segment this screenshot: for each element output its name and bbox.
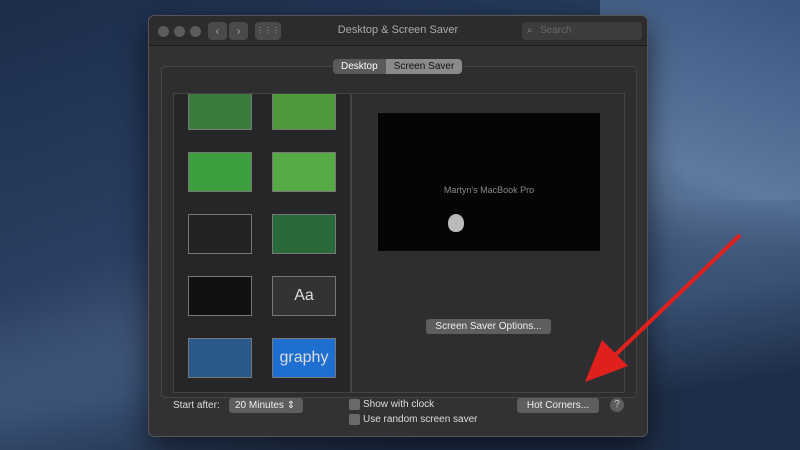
help-button[interactable]: ? — [610, 398, 624, 412]
start-after-value: 20 Minutes — [235, 400, 284, 411]
start-after-label: Start after: — [173, 400, 220, 411]
search-placeholder: Search — [540, 25, 572, 36]
thumbnail — [188, 276, 252, 316]
thumbnail — [272, 94, 336, 130]
show-with-clock-checkbox[interactable]: Show with clock — [349, 399, 434, 410]
thumbnail — [188, 94, 252, 130]
arrow-shaft — [608, 233, 742, 362]
random-saver-label: Use random screen saver — [363, 414, 478, 426]
tab-bar: Desktop Screen Saver — [333, 59, 463, 74]
annotation-arrow-icon — [585, 233, 742, 382]
chevron-updown-icon: ⇕ — [286, 400, 296, 411]
thumbnail — [188, 214, 252, 254]
checkbox[interactable] — [349, 399, 360, 410]
checkbox[interactable] — [349, 414, 360, 425]
search-icon: ⌕ — [527, 25, 533, 36]
random-saver-checkbox[interactable]: Use random screen saver — [349, 414, 478, 425]
tab-desktop[interactable]: Desktop — [333, 59, 386, 74]
thumbnail: graphy — [272, 338, 336, 378]
screen-saver-preview: Martyn's MacBook Pro — [378, 113, 600, 251]
hot-corners-button[interactable]: Hot Corners... — [517, 398, 599, 413]
title-bar: ‹ › ⋮⋮⋮ Desktop & Screen Saver ⌕ Search — [149, 16, 647, 46]
preferences-window: ‹ › ⋮⋮⋮ Desktop & Screen Saver ⌕ Search D… — [148, 15, 648, 437]
screen-saver-item[interactable]: graphyWord of the Day — [264, 338, 344, 392]
show-with-clock-label: Show with clock — [363, 399, 435, 411]
thumbnail — [188, 152, 252, 192]
thumbnail — [272, 214, 336, 254]
thumbnail — [188, 338, 252, 378]
thumbnail: Aa — [272, 276, 336, 316]
start-after-select[interactable]: 20 Minutes ⇕ — [229, 398, 303, 413]
search-input[interactable]: ⌕ Search — [522, 22, 642, 40]
screen-saver-list[interactable]: Photo WallVintage PrintsKen BurnsClassic… — [173, 93, 351, 393]
computer-name: Martyn's MacBook Pro — [443, 185, 535, 195]
tab-screen-saver[interactable]: Screen Saver — [385, 59, 463, 74]
thumbnail — [272, 152, 336, 192]
screen-saver-item[interactable]: iTunes Artwork — [180, 338, 260, 392]
apple-logo-icon — [448, 214, 464, 232]
screen-saver-options-button[interactable]: Screen Saver Options... — [426, 319, 551, 334]
